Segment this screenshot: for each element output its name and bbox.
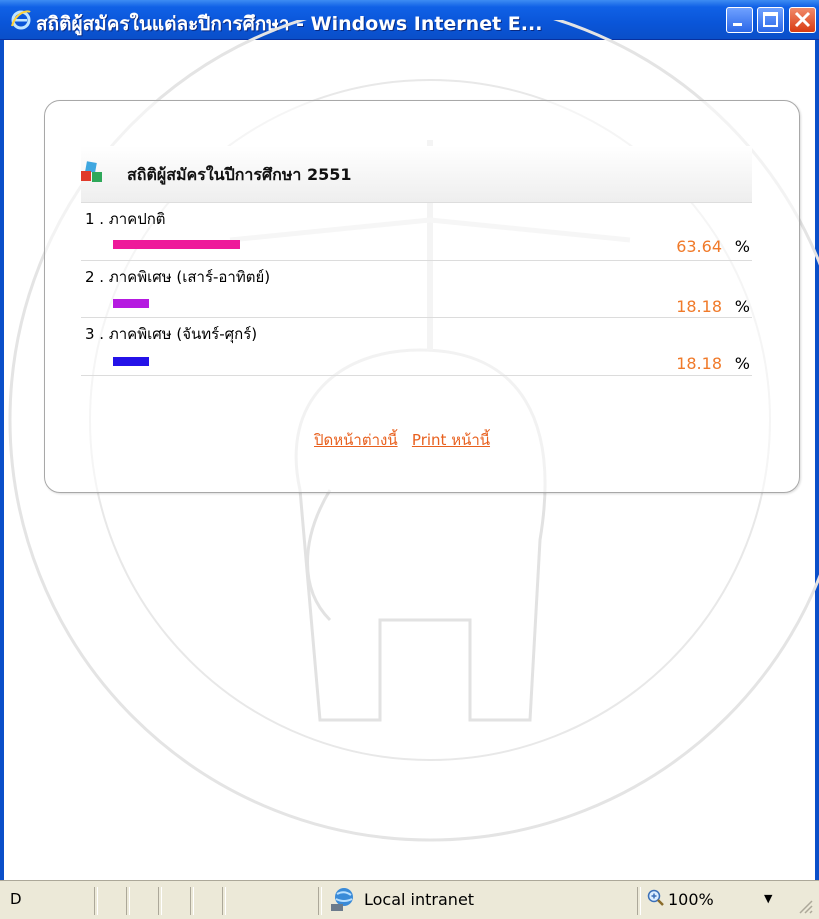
security-zone[interactable]: Local intranet [364, 890, 474, 909]
close-window-button[interactable] [789, 7, 816, 33]
close-window-link[interactable]: ปิดหน้าต่างนี้ [314, 431, 398, 449]
stat-row-weekend: 2 . ภาคพิเศษ (เสาร์-อาทิตย์) 18.18 % [81, 261, 752, 318]
minimize-icon [733, 23, 742, 26]
zoom-icon [647, 889, 664, 906]
row-percent: 18.18 [676, 297, 722, 316]
percent-bar [113, 240, 240, 249]
close-icon [794, 11, 811, 28]
link-spacer [402, 431, 407, 449]
row-percent-unit: % [734, 354, 750, 373]
title-bar[interactable]: สถิติผู้สมัครในแต่ละปีการศึกษา - Windows… [0, 0, 819, 40]
window-title: สถิติผู้สมัครในแต่ละปีการศึกษา - Windows… [36, 13, 543, 35]
status-separator [126, 887, 130, 915]
row-percent: 63.64 [676, 237, 722, 256]
row-label: 2 . ภาคพิเศษ (เสาร์-อาทิตย์) [85, 268, 271, 286]
row-label: 1 . ภาคปกติ [85, 210, 166, 228]
stat-row-regular: 1 . ภาคปกติ 63.64 % [81, 203, 752, 261]
zoom-dropdown-arrow[interactable]: ▼ [764, 892, 772, 905]
window-frame-right [815, 40, 819, 880]
panel-links: ปิดหน้าต่างนี้ Print หน้านี้ [314, 428, 490, 452]
status-separator [318, 887, 322, 915]
status-text: D [10, 890, 22, 908]
percent-bar [113, 299, 149, 308]
resize-grip-icon[interactable] [796, 897, 814, 915]
row-label: 3 . ภาคพิเศษ (จันทร์-ศุกร์) [85, 325, 258, 343]
minimize-button[interactable] [726, 7, 753, 33]
status-separator [158, 887, 162, 915]
cubes-icon [81, 161, 102, 182]
status-separator [94, 887, 98, 915]
percent-bar [113, 357, 149, 366]
local-intranet-icon [331, 888, 353, 911]
maximize-icon [763, 12, 778, 27]
row-percent: 18.18 [676, 354, 722, 373]
panel-title: สถิติผู้สมัครในปีการศึกษา 2551 [127, 165, 352, 184]
status-separator [637, 887, 641, 915]
zoom-level[interactable]: 100% [668, 890, 714, 909]
status-separator [190, 887, 194, 915]
print-page-link[interactable]: Print หน้านี้ [412, 431, 490, 449]
status-bar: D Local intranet 100% ▼ [0, 880, 819, 919]
row-percent-unit: % [734, 297, 750, 316]
window-frame-left [0, 40, 4, 880]
stat-row-weekday: 3 . ภาคพิเศษ (จันทร์-ศุกร์) 18.18 % [81, 318, 752, 376]
row-percent-unit: % [734, 237, 750, 256]
status-separator [222, 887, 226, 915]
internet-explorer-icon [11, 10, 31, 30]
maximize-button[interactable] [757, 7, 784, 33]
